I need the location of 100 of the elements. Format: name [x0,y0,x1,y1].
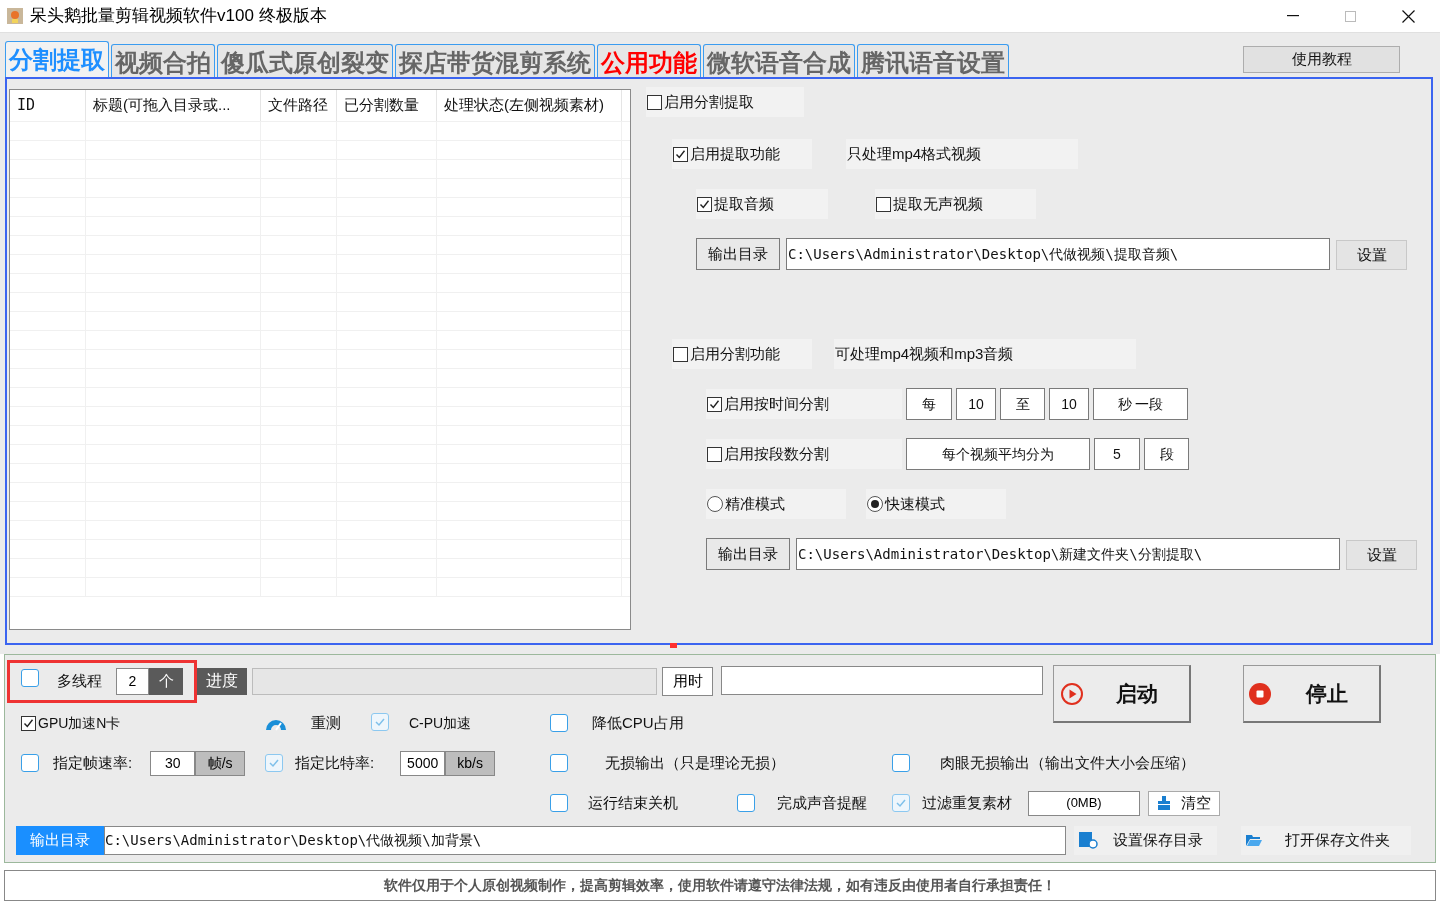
check-icon [23,717,34,729]
column-header[interactable]: 已分割数量 [337,90,437,121]
progress-label: 进度 [197,667,247,695]
column-header[interactable]: 标题(可拖入目录或... [86,90,261,121]
checkbox[interactable] [647,94,662,110]
lossless-label: 无损输出（只是理论无损） [605,752,785,773]
set-save-folder-button[interactable]: 设置保存目录 [1074,825,1217,855]
sound-label: 完成声音提醒 [777,792,867,813]
checkbox[interactable] [21,668,39,687]
open-save-folder-button[interactable]: 打开保存文件夹 [1241,825,1411,855]
extract-note: 只处理mp4格式视频 [846,139,1078,169]
close-icon[interactable] [1402,9,1415,23]
checkbox[interactable] [550,754,568,772]
stop-button[interactable]: 停止 [1243,665,1381,723]
checkbox-label: 提取无声视频 [893,193,983,214]
checkbox[interactable] [265,754,283,772]
check-icon [374,716,386,728]
set-button[interactable]: 设置 [1336,240,1407,270]
check-icon [699,198,710,210]
output-folder-button[interactable]: 输出目录 [706,538,790,570]
split-note: 可处理mp4视频和mp3音频 [834,339,1136,369]
shutdown-label: 运行结束关机 [588,792,678,813]
retest-button[interactable]: 重测 [311,711,341,735]
checkbox[interactable] [550,714,568,732]
to-label: 至 [1000,388,1045,420]
output-path-field[interactable]: C:\Users\Administrator\Desktop\代做视频\加背景\ [104,825,1066,855]
stop-icon [1248,681,1272,706]
set-button[interactable]: 设置 [1346,540,1417,570]
checkbox[interactable] [21,754,39,772]
checkbox[interactable] [892,754,910,772]
check-icon [709,398,720,410]
column-header[interactable]: ID [10,90,86,121]
path-field[interactable]: C:\Users\Administrator\Desktop\新建文件夹\分割提取\ [796,538,1340,570]
disclaimer-bar: 软件仅用于个人原创视频制作，提高剪辑效率，使用软件请遵守法律法规，如有违反由使用者自行承担责任！ [4,870,1436,901]
multithread-label: 多线程 [57,670,102,691]
checkbox[interactable] [21,715,36,731]
seconds-field[interactable]: 10 [1049,388,1089,420]
maximize-icon[interactable] [1345,10,1356,22]
segment-unit-label: 段 [1144,438,1189,470]
checkbox-label: 提取音频 [714,193,774,214]
segment-count-field[interactable]: 5 [1094,438,1140,470]
clear-button[interactable]: 清空 [1148,790,1220,816]
tab[interactable]: 微软语音合成 [703,44,855,77]
checkbox[interactable] [673,146,688,162]
path-field[interactable]: C:\Users\Administrator\Desktop\代做视频\提取音频\ [786,238,1330,270]
radio-button[interactable] [707,496,723,512]
gpu-label: GPU加速N卡 [38,713,121,733]
checkbox[interactable] [737,794,755,812]
check-icon [675,148,686,160]
column-header[interactable]: 文件路径 [261,90,337,121]
unit-label: 个 [149,667,183,695]
output-folder-button[interactable]: 输出目录 [696,238,780,270]
checkbox[interactable] [550,794,568,812]
cpu-accel-label: C-PU加速 [409,713,472,733]
folder-gear-icon [1078,831,1098,849]
radio-label: 快速模式 [885,493,945,514]
minimize-icon[interactable] [1287,15,1299,17]
tab[interactable]: 视频合拍 [111,44,215,77]
checkbox[interactable] [707,396,722,412]
thread-count-field[interactable]: 2 [116,667,149,695]
checkbox[interactable] [707,446,722,462]
frame-rate-label: 指定帧速率: [53,752,133,773]
start-button[interactable]: 启动 [1053,665,1191,723]
checkbox[interactable] [876,196,891,212]
checkbox[interactable] [371,713,389,731]
lower-cpu-label: 降低CPU占用 [592,712,684,733]
checkbox-label: 启用按时间分割 [724,393,829,414]
check-icon [268,757,280,769]
every-label: 每 [906,388,952,420]
tab[interactable]: 傻瓜式原创裂变 [217,44,393,77]
bitrate-field[interactable]: 5000 [400,750,446,776]
column-header[interactable]: 处理状态(左侧视频素材) [437,90,622,121]
tutorial-button[interactable]: 使用教程 [1243,46,1400,73]
checkbox[interactable] [673,346,688,362]
play-icon [1060,681,1084,706]
size-field: (0MB) [1028,790,1140,816]
splitter-marker[interactable] [670,643,677,648]
checkbox-label: 启用按段数分割 [724,443,829,464]
dedupe-label: 过滤重复素材 [922,792,1012,813]
bitrate-unit: kb/s [445,750,496,776]
checkbox-label: 启用提取功能 [690,143,780,164]
frame-rate-unit: 帧/s [195,750,246,776]
seconds-field[interactable]: 10 [956,388,996,420]
folder-icon [1245,833,1263,847]
window-title: 呆头鹅批量剪辑视频软件v100 终极版本 [30,5,327,28]
visual-lossless-label: 肉眼无损输出（输出文件大小会压缩） [940,752,1195,773]
radio-label: 精准模式 [725,493,785,514]
unit-label: 秒 一段 [1093,388,1188,420]
check-icon [895,797,907,809]
checkbox[interactable] [697,196,712,212]
app-icon [6,7,24,25]
segment-label: 每个视频平均分为 [906,438,1090,470]
frame-rate-field[interactable]: 30 [150,750,196,776]
tab[interactable]: 腾讯语音设置 [857,44,1009,77]
radio-button[interactable] [867,496,883,512]
elapsed-field[interactable] [721,665,1043,695]
tab[interactable]: 探店带货混剪系统 [395,44,595,77]
bitrate-label: 指定比特率: [295,752,375,773]
checkbox-label: 启用分割提取 [664,91,754,112]
checkbox[interactable] [892,794,910,812]
